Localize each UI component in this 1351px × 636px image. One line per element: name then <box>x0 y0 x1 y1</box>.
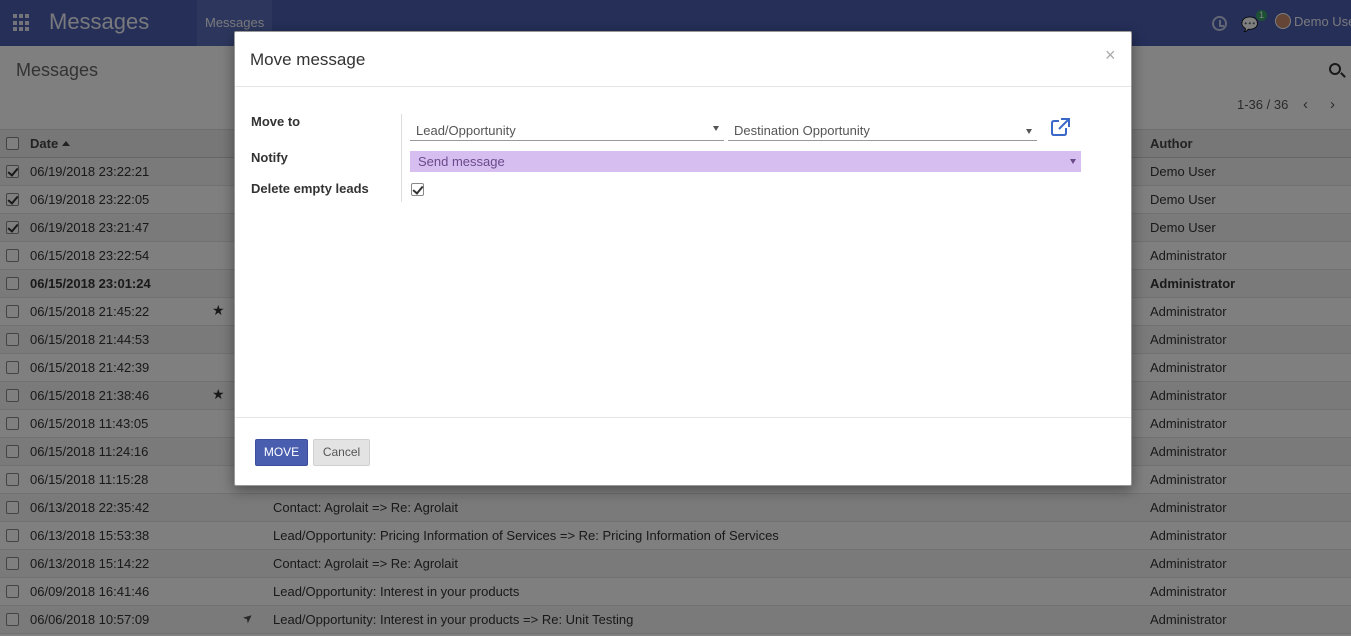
move-button[interactable]: MOVE <box>255 439 308 466</box>
notify-select-value: Send message <box>418 154 505 169</box>
delete-empty-leads-label: Delete empty leads <box>251 181 369 196</box>
cancel-button[interactable]: Cancel <box>313 439 370 466</box>
field-divider <box>401 114 402 202</box>
destination-opportunity-field[interactable]: Destination Opportunity <box>728 119 1037 141</box>
dialog-title: Move message <box>250 50 366 69</box>
notify-label: Notify <box>251 150 288 165</box>
dialog-footer: MOVE Cancel <box>235 417 1131 487</box>
destination-placeholder: Destination Opportunity <box>734 123 870 138</box>
delete-empty-leads-checkbox[interactable] <box>411 183 424 196</box>
move-message-dialog: Move message × Move to Lead/Opportunity … <box>234 31 1132 486</box>
chevron-down-icon <box>713 126 719 131</box>
model-select-value: Lead/Opportunity <box>416 123 516 138</box>
notify-select[interactable]: Send message <box>410 151 1081 172</box>
dialog-header: Move message × <box>235 32 1131 87</box>
external-link-icon[interactable] <box>1051 118 1070 136</box>
close-icon[interactable]: × <box>1105 45 1116 66</box>
chevron-down-icon <box>1070 159 1076 164</box>
model-select[interactable]: Lead/Opportunity <box>410 119 724 141</box>
move-to-label: Move to <box>251 114 301 129</box>
dropdown-caret-icon <box>1026 129 1032 134</box>
